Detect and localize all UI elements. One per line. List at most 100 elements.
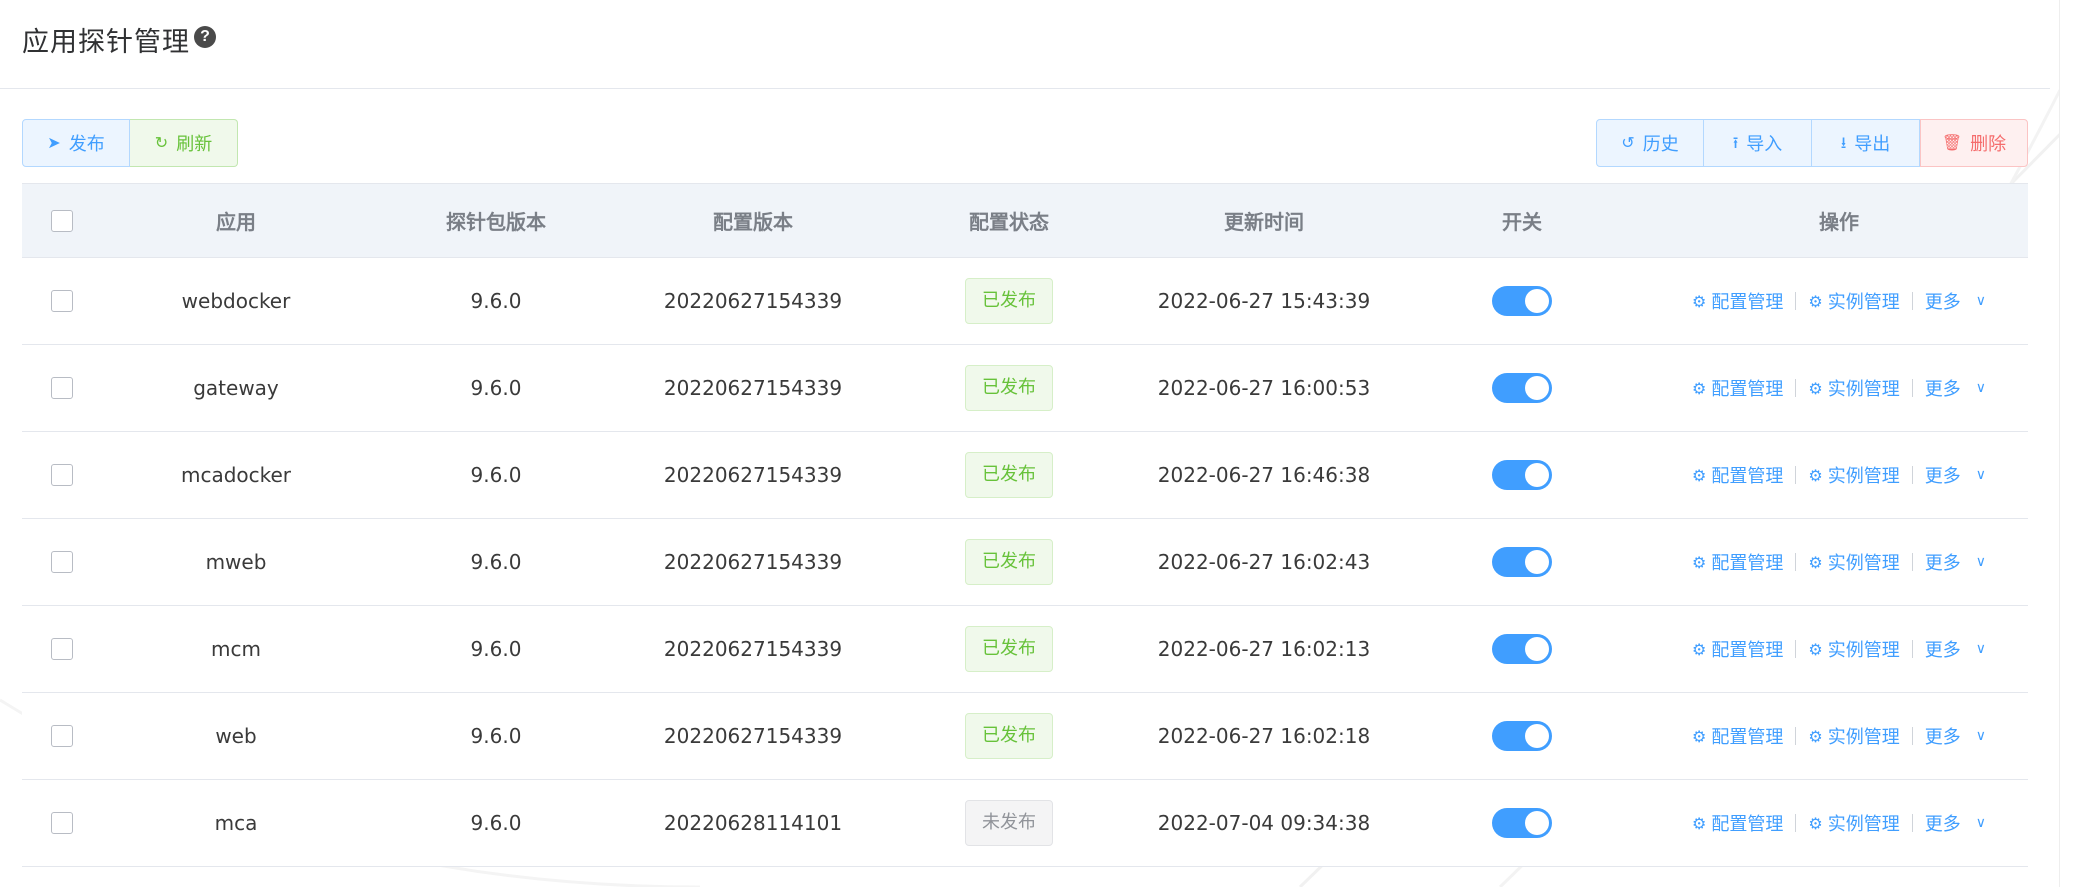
- cell-app: mweb: [205, 550, 267, 574]
- header-app[interactable]: 应用: [102, 206, 370, 235]
- row-checkbox[interactable]: [51, 638, 73, 660]
- instance-manage-label: 实例管理: [1827, 727, 1900, 748]
- enable-toggle[interactable]: [1492, 460, 1552, 490]
- table-row: mcadocker 9.6.0 20220627154339 已发布 2022-06-2…: [22, 432, 2028, 519]
- cell-config-status: 已发布: [884, 278, 1134, 324]
- cell-agent-version: 9.6.0: [470, 463, 522, 487]
- cell-switch: [1394, 808, 1650, 838]
- enable-toggle[interactable]: [1492, 634, 1552, 664]
- status-badge: 已发布: [965, 713, 1053, 759]
- cell-updated-at: 2022-07-04 09:34:38: [1157, 811, 1371, 835]
- chevron-down-icon: ∨: [1975, 554, 1986, 570]
- config-manage-link[interactable]: ⚙ 配置管理: [1692, 462, 1783, 488]
- instance-manage-link[interactable]: ⚙ 实例管理: [1808, 288, 1899, 314]
- config-manage-link[interactable]: ⚙ 配置管理: [1692, 636, 1783, 662]
- row-select-cell: [22, 551, 102, 573]
- cell-config-status: 已发布: [884, 539, 1134, 585]
- divider: [1795, 379, 1797, 397]
- config-manage-link[interactable]: ⚙ 配置管理: [1692, 549, 1783, 575]
- divider: [1911, 466, 1913, 484]
- cell-config-status: 已发布: [884, 365, 1134, 411]
- more-dropdown[interactable]: 更多 ∨: [1925, 636, 1986, 662]
- cell-config-version: 20220627154339: [663, 289, 843, 313]
- row-select-cell: [22, 290, 102, 312]
- divider: [1911, 814, 1913, 832]
- cell-actions: ⚙ 配置管理 ⚙ 实例管理 更多 ∨: [1650, 462, 2028, 488]
- export-button[interactable]: ⭳ 导出: [1812, 119, 1920, 167]
- cell-config-version: 20220627154339: [663, 376, 843, 400]
- more-dropdown[interactable]: 更多 ∨: [1925, 549, 1986, 575]
- instance-manage-link[interactable]: ⚙ 实例管理: [1808, 723, 1899, 749]
- config-manage-link[interactable]: ⚙ 配置管理: [1692, 375, 1783, 401]
- instance-manage-link[interactable]: ⚙ 实例管理: [1808, 636, 1899, 662]
- more-label: 更多: [1924, 814, 1961, 835]
- row-checkbox[interactable]: [51, 464, 73, 486]
- divider: [1795, 553, 1797, 571]
- more-dropdown[interactable]: 更多 ∨: [1925, 288, 1986, 314]
- scrollbar[interactable]: [2059, 0, 2074, 887]
- publish-button[interactable]: ➤ 发布: [22, 119, 130, 167]
- gear-icon: ⚙: [1808, 813, 1823, 833]
- enable-toggle[interactable]: [1492, 808, 1552, 838]
- cell-switch: [1394, 286, 1650, 316]
- cell-agent-version: 9.6.0: [470, 289, 522, 313]
- header-config-status[interactable]: 配置状态: [884, 206, 1134, 235]
- enable-toggle[interactable]: [1492, 547, 1552, 577]
- row-checkbox[interactable]: [51, 551, 73, 573]
- cell-updated-at: 2022-06-27 16:02:13: [1157, 637, 1371, 661]
- enable-toggle[interactable]: [1492, 286, 1552, 316]
- instance-manage-link[interactable]: ⚙ 实例管理: [1808, 810, 1899, 836]
- gear-icon: ⚙: [1692, 378, 1707, 398]
- enable-toggle[interactable]: [1492, 721, 1552, 751]
- toggle-knob: [1525, 289, 1549, 313]
- row-checkbox[interactable]: [51, 290, 73, 312]
- more-label: 更多: [1924, 466, 1961, 487]
- divider: [1795, 640, 1797, 658]
- instance-manage-link[interactable]: ⚙ 实例管理: [1808, 462, 1899, 488]
- row-checkbox[interactable]: [51, 377, 73, 399]
- cell-agent-version: 9.6.0: [470, 811, 522, 835]
- config-manage-link[interactable]: ⚙ 配置管理: [1692, 810, 1783, 836]
- config-manage-link[interactable]: ⚙ 配置管理: [1692, 288, 1783, 314]
- history-label: 历史: [1642, 134, 1679, 155]
- more-dropdown[interactable]: 更多 ∨: [1925, 723, 1986, 749]
- header-updated-at[interactable]: 更新时间: [1134, 206, 1394, 235]
- import-button[interactable]: ⭱ 导入: [1704, 119, 1812, 167]
- delete-button[interactable]: 🗑 删除: [1920, 119, 2028, 167]
- cell-switch: [1394, 460, 1650, 490]
- instance-manage-label: 实例管理: [1827, 814, 1900, 835]
- history-button[interactable]: ↺ 历史: [1596, 119, 1704, 167]
- instance-manage-link[interactable]: ⚙ 实例管理: [1808, 549, 1899, 575]
- config-manage-link[interactable]: ⚙ 配置管理: [1692, 723, 1783, 749]
- more-label: 更多: [1924, 727, 1961, 748]
- cell-app: mca: [214, 811, 258, 835]
- help-icon[interactable]: ?: [194, 26, 216, 48]
- more-dropdown[interactable]: 更多 ∨: [1925, 462, 1986, 488]
- more-dropdown[interactable]: 更多 ∨: [1925, 375, 1986, 401]
- cell-switch: [1394, 547, 1650, 577]
- gear-icon: ⚙: [1808, 291, 1823, 311]
- right-button-group: ↺ 历史 ⭱ 导入 ⭳ 导出 🗑 删除: [1596, 119, 2028, 167]
- cell-config-version: 20220628114101: [663, 811, 843, 835]
- header-agent-version[interactable]: 探针包版本: [370, 206, 622, 235]
- chevron-down-icon: ∨: [1975, 380, 1986, 396]
- cell-agent-version: 9.6.0: [470, 376, 522, 400]
- row-select-cell: [22, 638, 102, 660]
- cell-config-version: 20220627154339: [663, 550, 843, 574]
- header-config-version[interactable]: 配置版本: [622, 206, 884, 235]
- enable-toggle[interactable]: [1492, 373, 1552, 403]
- delete-label: 删除: [1970, 134, 2007, 155]
- row-checkbox[interactable]: [51, 812, 73, 834]
- config-manage-label: 配置管理: [1711, 466, 1784, 487]
- row-checkbox[interactable]: [51, 725, 73, 747]
- instance-manage-label: 实例管理: [1827, 466, 1900, 487]
- refresh-button[interactable]: ↻ 刷新: [130, 119, 238, 167]
- more-dropdown[interactable]: 更多 ∨: [1925, 810, 1986, 836]
- history-icon: ↺: [1621, 133, 1635, 152]
- row-select-cell: [22, 725, 102, 747]
- divider: [1795, 814, 1797, 832]
- cell-app: webdocker: [181, 289, 291, 313]
- select-all-checkbox[interactable]: [51, 209, 73, 232]
- header-switch[interactable]: 开关: [1394, 206, 1650, 235]
- instance-manage-link[interactable]: ⚙ 实例管理: [1808, 375, 1899, 401]
